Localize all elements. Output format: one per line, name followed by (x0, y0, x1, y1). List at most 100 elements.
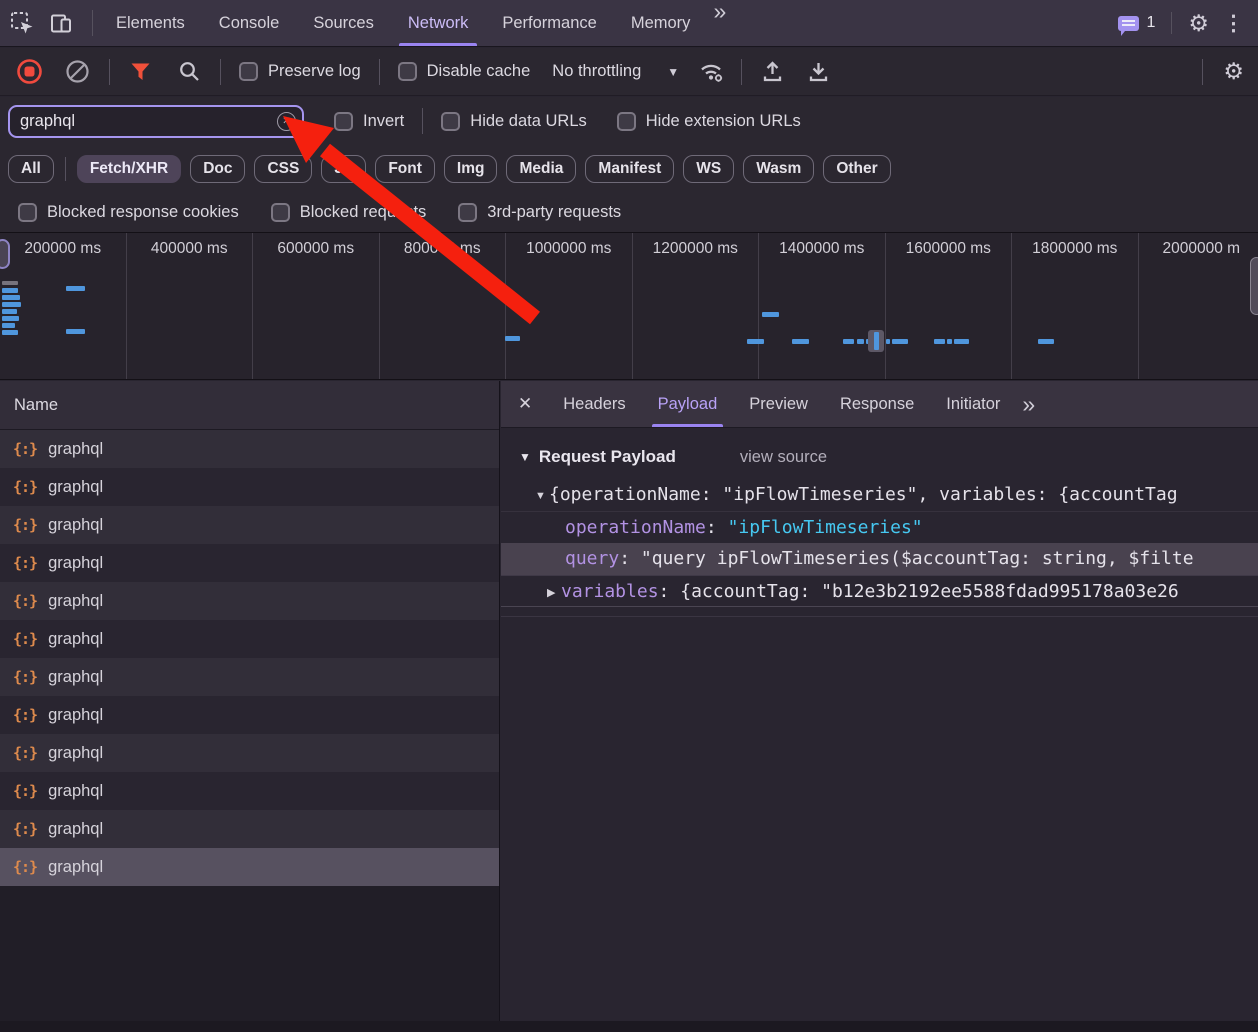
divider (65, 157, 66, 181)
requests-list: {:}graphql{:}graphql{:}graphql{:}graphql… (0, 430, 499, 886)
filter-input-value: graphql (20, 112, 75, 131)
hide-extension-urls-checkbox[interactable]: Hide extension URLs (605, 112, 813, 131)
close-detail-icon[interactable]: ✕ (501, 394, 547, 414)
detail-tab-headers[interactable]: Headers (547, 381, 641, 427)
timeline-column: 600000 ms (253, 233, 380, 379)
request-row[interactable]: {:}graphql (0, 506, 499, 544)
detail-tab-payload[interactable]: Payload (642, 381, 734, 427)
collapse-triangle-icon[interactable]: ▼ (519, 450, 531, 464)
preserve-log-checkbox[interactable]: Preserve log (227, 62, 373, 81)
settings-gear-icon[interactable]: ⚙ (1188, 12, 1209, 35)
tab-memory[interactable]: Memory (614, 0, 708, 46)
chevron-double-right-icon[interactable]: » (1016, 393, 1039, 416)
timeline-tick-label: 800000 ms (404, 240, 481, 257)
chip-font[interactable]: Font (375, 155, 435, 183)
blocked-requests-checkbox[interactable]: Blocked requests (259, 203, 439, 222)
import-har-icon[interactable] (748, 59, 797, 84)
filter-input[interactable]: graphql ✕ (8, 105, 304, 138)
window-bottom-edge (0, 1021, 1258, 1032)
tab-network[interactable]: Network (391, 0, 486, 46)
overview-left-handle[interactable] (0, 239, 10, 269)
overview-right-handle[interactable] (1250, 257, 1258, 315)
chip-doc[interactable]: Doc (190, 155, 245, 183)
network-conditions-icon[interactable] (689, 59, 735, 84)
clear-filter-icon[interactable]: ✕ (277, 112, 296, 131)
name-column-header[interactable]: Name (0, 381, 499, 430)
fetch-json-icon: {:} (13, 820, 37, 838)
detail-tab-initiator[interactable]: Initiator (930, 381, 1016, 427)
blocked-response-cookies-label: Blocked response cookies (47, 203, 239, 222)
tab-elements[interactable]: Elements (99, 0, 202, 46)
payload-row-variables[interactable]: ▶variables: {accountTag: "b12e3b2192ee55… (501, 575, 1258, 607)
request-row[interactable]: {:}graphql (0, 734, 499, 772)
request-row[interactable]: {:}graphql (0, 430, 499, 468)
name-header-label: Name (14, 396, 58, 415)
chip-all[interactable]: All (8, 155, 54, 183)
tab-performance[interactable]: Performance (485, 0, 613, 46)
more-options-icon[interactable]: ⋮ (1219, 13, 1248, 34)
checkbox (18, 203, 37, 222)
chip-media[interactable]: Media (506, 155, 576, 183)
blocked-response-cookies-checkbox[interactable]: Blocked response cookies (6, 203, 251, 222)
timeline-column: 2000000 m (1139, 233, 1258, 379)
device-toolbar-icon[interactable] (49, 11, 74, 36)
request-row[interactable]: {:}graphql (0, 772, 499, 810)
chip-css[interactable]: CSS (254, 155, 312, 183)
request-row[interactable]: {:}graphql (0, 582, 499, 620)
request-row[interactable]: {:}graphql (0, 468, 499, 506)
request-row[interactable]: {:}graphql (0, 810, 499, 848)
hide-data-urls-checkbox[interactable]: Hide data URLs (429, 112, 598, 131)
view-source-link[interactable]: view source (740, 448, 827, 467)
request-detail-panel: ✕ HeadersPayloadPreviewResponseInitiator… (501, 381, 1258, 1032)
filter-toggle-icon[interactable] (116, 60, 165, 83)
record-button[interactable] (0, 58, 52, 85)
export-har-icon[interactable] (797, 59, 840, 84)
request-row[interactable]: {:}graphql (0, 696, 499, 734)
payload-summary-row[interactable]: ▼{operationName: "ipFlowTimeseries", var… (501, 479, 1258, 511)
request-row[interactable]: {:}graphql (0, 544, 499, 582)
throttling-select[interactable]: No throttling ▼ (542, 62, 689, 81)
more-tabs-icon[interactable]: » (707, 0, 730, 46)
search-icon[interactable] (165, 60, 214, 83)
chip-img[interactable]: Img (444, 155, 498, 183)
request-bar (66, 286, 85, 291)
request-row[interactable]: {:}graphql (0, 658, 499, 696)
request-bar (2, 295, 20, 300)
chip-fetch-xhr[interactable]: Fetch/XHR (77, 155, 181, 183)
chip-js[interactable]: JS (321, 155, 366, 183)
tab-sources[interactable]: Sources (296, 0, 391, 46)
fetch-json-icon: {:} (13, 516, 37, 534)
request-bar (505, 336, 520, 341)
checkbox (441, 112, 460, 131)
chip-wasm[interactable]: Wasm (743, 155, 814, 183)
clear-button[interactable] (52, 59, 103, 84)
detail-tab-preview[interactable]: Preview (733, 381, 824, 427)
network-overview-timeline[interactable]: 200000 ms400000 ms600000 ms800000 ms1000… (0, 232, 1258, 380)
expand-triangle-icon[interactable]: ▼ (535, 480, 549, 511)
chip-ws[interactable]: WS (683, 155, 734, 183)
network-settings-gear-icon[interactable]: ⚙ (1209, 60, 1258, 83)
filter-row: graphql ✕ Invert Hide data URLs Hide ext… (0, 97, 1258, 145)
request-bar (2, 302, 21, 307)
hide-extension-urls-label: Hide extension URLs (646, 112, 801, 131)
tab-console[interactable]: Console (202, 0, 297, 46)
inspect-element-icon[interactable] (10, 11, 35, 36)
request-bar (2, 288, 18, 293)
issues-indicator[interactable]: 1 (1118, 14, 1155, 32)
payload-row-query[interactable]: query: "query ipFlowTimeseries($accountT… (501, 543, 1258, 575)
divider (422, 108, 423, 134)
request-row[interactable]: {:}graphql (0, 620, 499, 658)
detail-tab-response[interactable]: Response (824, 381, 930, 427)
disable-cache-checkbox[interactable]: Disable cache (386, 62, 543, 81)
request-bar (886, 339, 890, 344)
3rd-party-requests-checkbox[interactable]: 3rd-party requests (446, 203, 633, 222)
request-row[interactable]: {:}graphql (0, 848, 499, 886)
chip-other[interactable]: Other (823, 155, 890, 183)
expand-triangle-icon[interactable]: ▶ (547, 577, 561, 607)
timeline-column: 800000 ms (380, 233, 507, 379)
request-name: graphql (48, 554, 103, 573)
payload-row-operationName[interactable]: operationName: "ipFlowTimeseries" (501, 511, 1258, 543)
divider (220, 59, 221, 85)
invert-checkbox[interactable]: Invert (322, 112, 416, 131)
chip-manifest[interactable]: Manifest (585, 155, 674, 183)
